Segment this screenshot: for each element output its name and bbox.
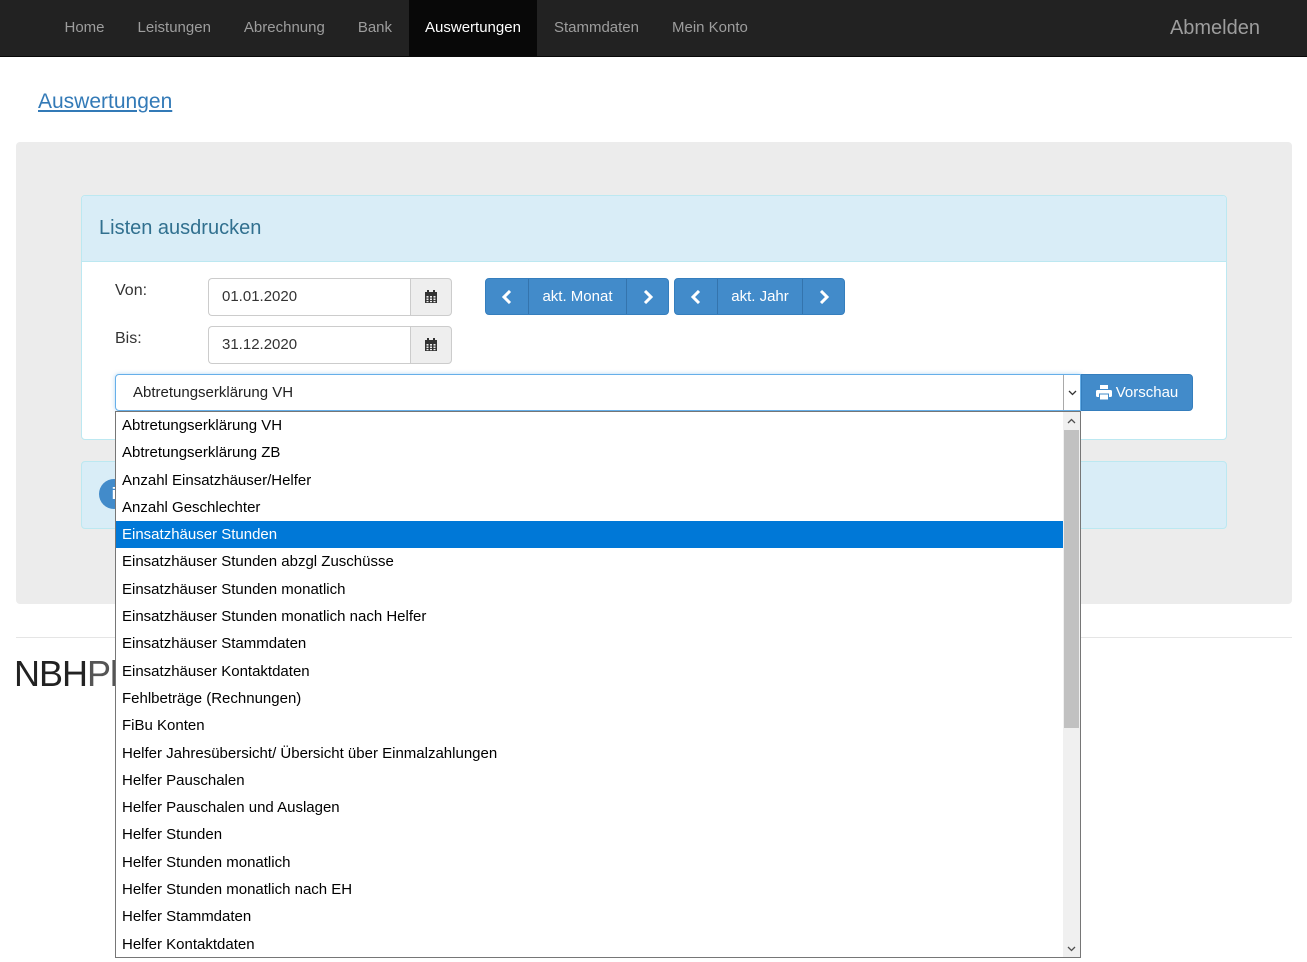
page-title-link[interactable]: Auswertungen	[38, 90, 172, 114]
year-button-group: akt. Jahr	[674, 278, 845, 315]
chevron-right-icon	[643, 289, 653, 304]
current-year-button[interactable]: akt. Jahr	[716, 279, 803, 314]
dropdown-option[interactable]: Helfer Stunden monatlich nach EH	[116, 876, 1064, 903]
dropdown-option[interactable]: Helfer Pauschalen und Auslagen	[116, 794, 1064, 821]
nav-item-leistungen[interactable]: Leistungen	[121, 0, 227, 56]
chevron-down-icon	[1068, 390, 1076, 395]
from-calendar-button[interactable]	[410, 278, 452, 316]
dropdown-option[interactable]: Helfer Stunden	[116, 821, 1064, 848]
dropdown-option[interactable]: Helfer Jahresübersicht/ Übersicht über E…	[116, 740, 1064, 767]
nav-item-mein-konto[interactable]: Mein Konto	[655, 0, 764, 56]
next-year-button[interactable]	[802, 279, 844, 314]
preview-button-label: Vorschau	[1115, 384, 1179, 401]
dropdown-option[interactable]: Helfer Stammdaten	[116, 903, 1064, 930]
dropdown-option[interactable]: Helfer Kontaktdaten	[116, 931, 1064, 957]
scrollbar-thumb[interactable]	[1064, 430, 1079, 728]
scroll-down-button[interactable]	[1063, 940, 1080, 957]
chevron-down-icon	[1067, 946, 1076, 951]
to-date-group: 31.12.2020	[208, 326, 452, 364]
dropdown-option[interactable]: Einsatzhäuser Kontaktdaten	[116, 658, 1064, 685]
to-calendar-button[interactable]	[410, 326, 452, 364]
dropdown-option[interactable]: Abtretungserklärung VH	[116, 412, 1064, 439]
nav-menu: Home Leistungen Abrechnung Bank Auswertu…	[48, 0, 764, 56]
dropdown-option[interactable]: Helfer Pauschalen	[116, 767, 1064, 794]
calendar-icon	[425, 290, 437, 303]
dropdown-option[interactable]: Fehlbeträge (Rechnungen)	[116, 685, 1064, 712]
dropdown-scrollbar[interactable]	[1063, 412, 1080, 957]
report-select[interactable]: Abtretungserklärung VH	[115, 374, 1081, 411]
nav-item-abrechnung[interactable]: Abrechnung	[227, 0, 341, 56]
dropdown-option[interactable]: Einsatzhäuser Stunden monatlich nach Hel…	[116, 603, 1064, 630]
dropdown-option[interactable]: Helfer Stunden monatlich	[116, 849, 1064, 876]
from-date-group: 01.01.2020	[208, 278, 452, 316]
report-select-value: Abtretungserklärung VH	[133, 384, 294, 401]
current-month-button[interactable]: akt. Monat	[527, 279, 627, 314]
logout-link[interactable]: Abmelden	[1170, 0, 1260, 56]
select-dropdown-toggle[interactable]	[1063, 375, 1080, 410]
dropdown-option[interactable]: Abtretungserklärung ZB	[116, 439, 1064, 466]
dropdown-option[interactable]: Einsatzhäuser Stunden	[116, 521, 1064, 549]
to-date-input[interactable]: 31.12.2020	[208, 326, 410, 364]
top-navbar: Home Leistungen Abrechnung Bank Auswertu…	[0, 0, 1307, 57]
chevron-left-icon	[501, 289, 511, 304]
panel-heading: Listen ausdrucken	[82, 196, 1226, 262]
dropdown-option[interactable]: Einsatzhäuser Stammdaten	[116, 630, 1064, 657]
dropdown-option[interactable]: FiBu Konten	[116, 712, 1064, 739]
footer-logo-light: Pl	[87, 653, 118, 694]
from-date-input[interactable]: 01.01.2020	[208, 278, 410, 316]
dropdown-option[interactable]: Anzahl Geschlechter	[116, 494, 1064, 521]
panel-title: Listen ausdrucken	[99, 217, 262, 239]
footer-logo-bold: NBH	[14, 653, 88, 694]
scroll-up-button[interactable]	[1063, 412, 1080, 429]
dropdown-option[interactable]: Einsatzhäuser Stunden abzgl Zuschüsse	[116, 548, 1064, 575]
from-label: Von:	[115, 282, 148, 299]
next-month-button[interactable]	[626, 279, 668, 314]
preview-button[interactable]: Vorschau	[1081, 374, 1193, 411]
dropdown-option[interactable]: Anzahl Einsatzhäuser/Helfer	[116, 467, 1064, 494]
report-dropdown-list[interactable]: Abtretungserklärung VH Abtretungserklärun…	[115, 411, 1081, 958]
nav-item-bank[interactable]: Bank	[341, 0, 408, 56]
to-label: Bis:	[115, 330, 142, 347]
print-icon	[1095, 385, 1112, 400]
nav-item-home[interactable]: Home	[48, 0, 121, 56]
dropdown-option[interactable]: Einsatzhäuser Stunden monatlich	[116, 576, 1064, 603]
nav-item-auswertungen[interactable]: Auswertungen	[408, 0, 538, 56]
chevron-left-icon	[690, 289, 700, 304]
chevron-up-icon	[1067, 418, 1076, 423]
chevron-right-icon	[819, 289, 829, 304]
nav-item-stammdaten[interactable]: Stammdaten	[537, 0, 655, 56]
previous-year-button[interactable]	[675, 279, 717, 314]
calendar-icon	[425, 338, 437, 351]
footer-logo: NBHPl	[14, 653, 118, 695]
previous-month-button[interactable]	[486, 279, 528, 314]
month-button-group: akt. Monat	[485, 278, 669, 315]
dropdown-options: Abtretungserklärung VH Abtretungserklärun…	[116, 412, 1064, 957]
